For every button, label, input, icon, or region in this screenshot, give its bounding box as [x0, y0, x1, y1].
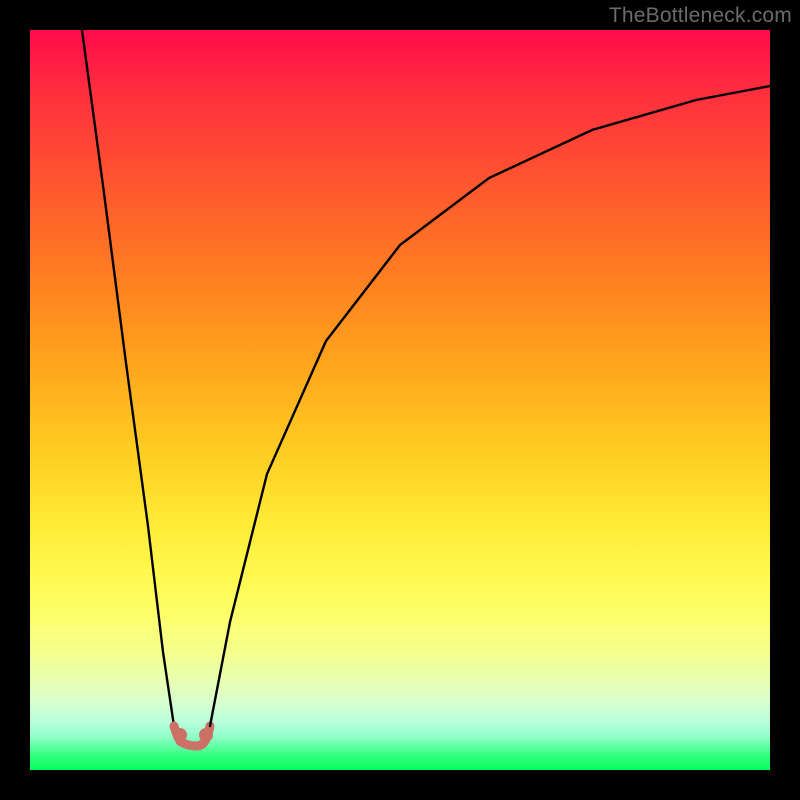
watermark-text: TheBottleneck.com	[609, 4, 792, 28]
curve-right-branch	[210, 86, 770, 726]
bottleneck-curve-svg	[30, 30, 770, 770]
plot-area	[30, 30, 770, 770]
basin-node-right	[199, 728, 213, 742]
curve-left-branch	[82, 30, 174, 726]
basin-node-left	[173, 728, 187, 742]
outer-frame: TheBottleneck.com	[0, 0, 800, 800]
